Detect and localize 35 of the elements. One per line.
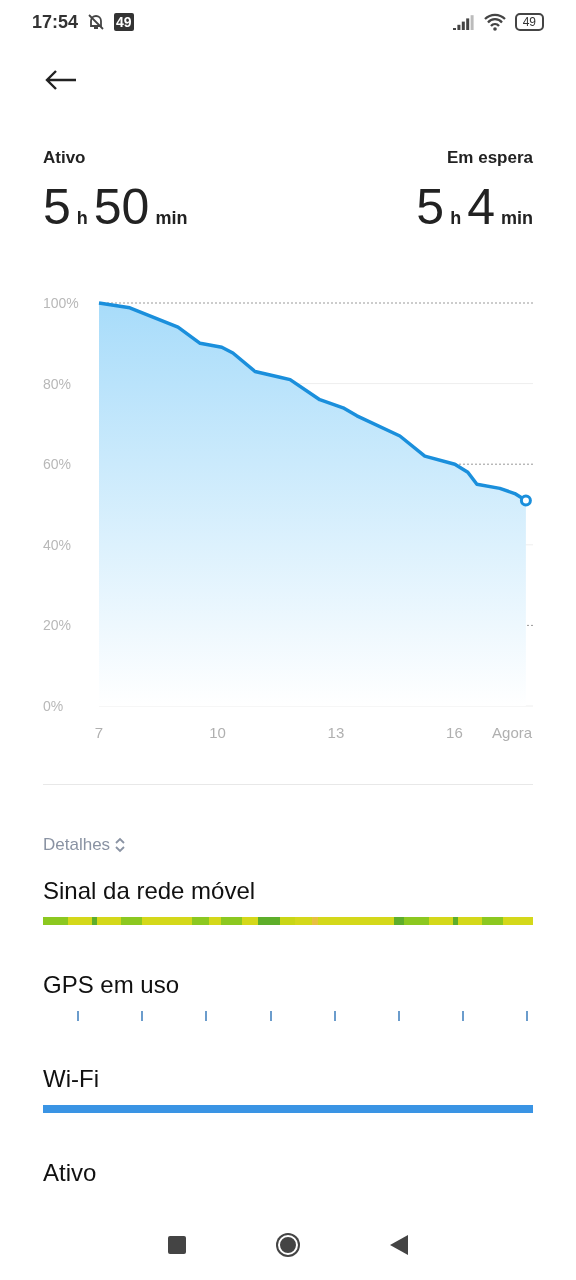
usage-label: GPS em uso bbox=[43, 971, 181, 999]
details-toggle[interactable]: Detalhes bbox=[43, 835, 127, 855]
chevron-up-down-icon bbox=[114, 837, 127, 853]
usage-label: Wi-Fi bbox=[43, 1065, 100, 1093]
summary-label: Em espera bbox=[447, 148, 533, 168]
x-axis-label: 13 bbox=[327, 724, 345, 741]
hours-unit: h bbox=[76, 208, 88, 229]
minutes-unit: min bbox=[501, 208, 533, 229]
battery-indicator: 49 bbox=[514, 13, 544, 31]
summary-label: Ativo bbox=[43, 148, 86, 168]
current-point bbox=[519, 494, 532, 507]
x-axis-label: 16 bbox=[446, 724, 463, 741]
x-axis-label: 10 bbox=[209, 724, 226, 741]
x-axis-label: 7 bbox=[94, 724, 104, 741]
wifi-icon bbox=[482, 13, 507, 31]
hours-value: 5 bbox=[43, 182, 71, 232]
y-axis-label: 20% bbox=[43, 617, 72, 634]
y-axis-label: 0% bbox=[43, 698, 64, 714]
y-axis-label: 100% bbox=[43, 295, 79, 311]
minutes-value: 50 bbox=[93, 182, 150, 232]
usage-label: Sinal da rede móvel bbox=[43, 877, 257, 905]
y-axis-label: 40% bbox=[43, 536, 72, 553]
y-axis-label: 80% bbox=[43, 375, 72, 392]
status-time: 17:54 bbox=[32, 11, 79, 33]
usage-label: Ativo bbox=[43, 1159, 98, 1187]
signal-icon bbox=[452, 14, 475, 30]
back-nav-button[interactable] bbox=[390, 1235, 408, 1255]
x-axis-label: Agora bbox=[492, 724, 533, 741]
hours-unit: h bbox=[450, 208, 462, 229]
minutes-unit: min bbox=[155, 208, 188, 229]
notification-badge: 49 bbox=[114, 13, 134, 31]
hours-value: 5 bbox=[416, 182, 445, 232]
y-axis-label: 60% bbox=[43, 456, 72, 473]
minutes-value: 4 bbox=[467, 182, 495, 232]
home-button[interactable] bbox=[274, 1231, 302, 1259]
